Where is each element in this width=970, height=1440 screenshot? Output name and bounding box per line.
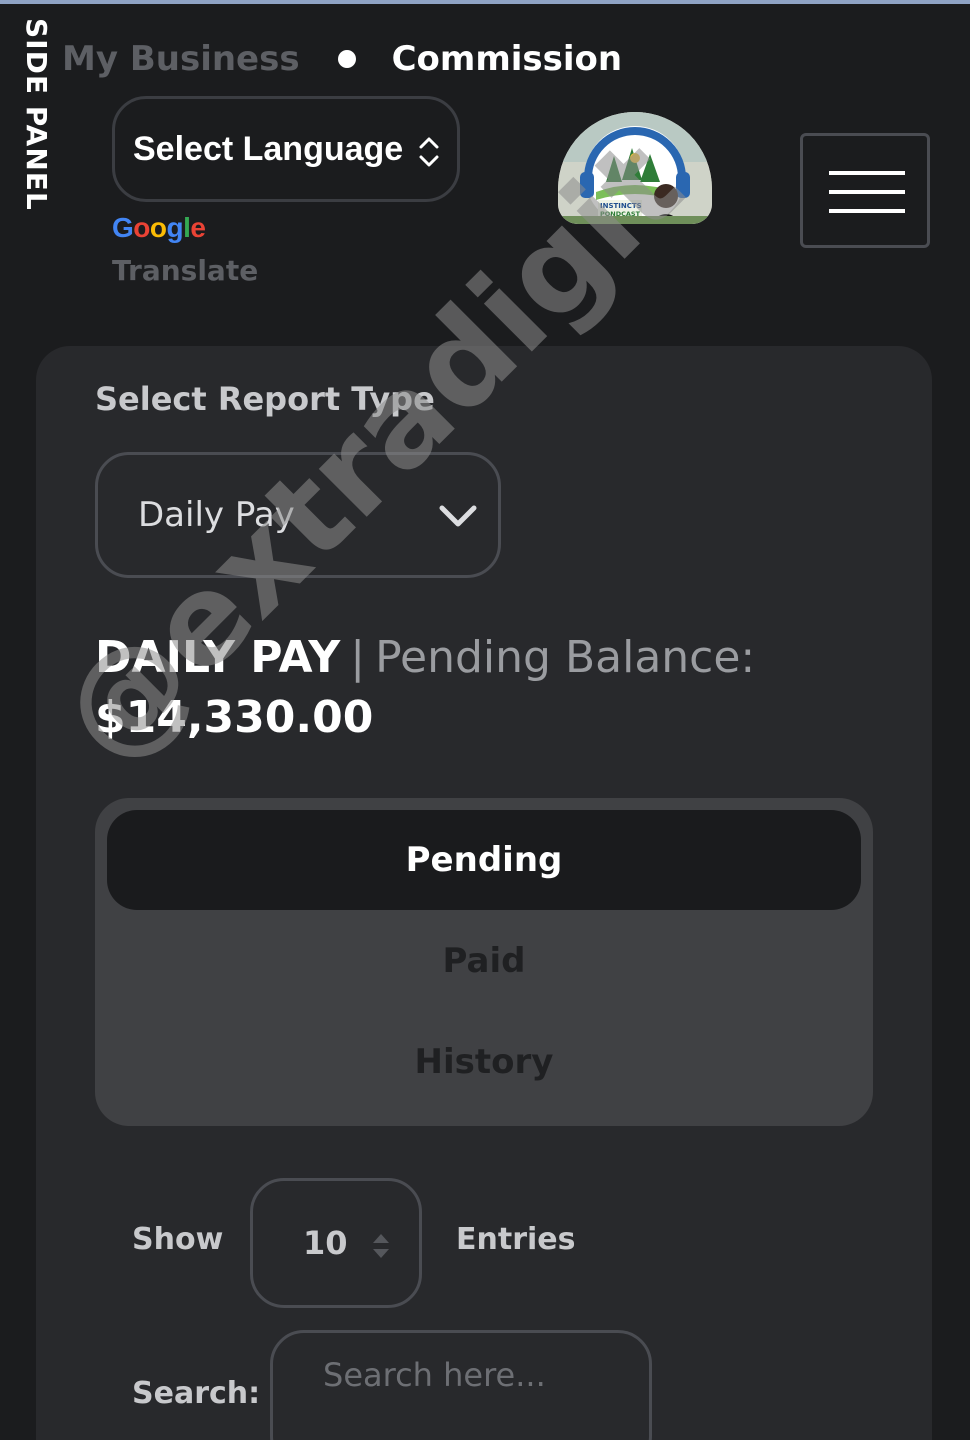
breadcrumb-my-business[interactable]: My Business	[62, 39, 300, 79]
report-type-select[interactable]: Daily Pay	[95, 452, 501, 578]
hamburger-menu-button[interactable]	[800, 133, 930, 248]
commission-page: SIDE PANEL My Business Commission Select…	[0, 0, 970, 1440]
google-letter: o	[149, 212, 167, 243]
sort-updown-icon	[373, 1234, 389, 1258]
heading-divider: |	[350, 632, 366, 683]
pending-balance-amount: $14,330.00	[95, 692, 374, 743]
logo-text-line1: INSTINCTS	[600, 202, 642, 210]
google-letter: G	[112, 212, 134, 243]
brand-logo[interactable]: INSTINCTS PONDCAST	[558, 112, 712, 224]
entries-label: Entries	[456, 1222, 576, 1257]
report-heading: DAILY PAY | Pending Balance:	[95, 632, 755, 683]
report-type-value: Daily Pay	[138, 495, 295, 535]
tab-paid[interactable]: Paid	[107, 911, 861, 1011]
entries-per-page-select[interactable]: 10	[250, 1178, 422, 1308]
language-select-label: Select Language	[133, 129, 404, 168]
chevron-down-icon	[439, 505, 477, 527]
tab-history[interactable]: History	[107, 1012, 861, 1112]
entries-value: 10	[303, 1224, 348, 1262]
report-type-label: Select Report Type	[95, 380, 435, 418]
podcast-logo-image: INSTINCTS PONDCAST	[558, 112, 712, 224]
top-border	[0, 0, 970, 4]
status-tabs: Pending Paid History	[95, 798, 873, 1126]
report-title: DAILY PAY	[95, 632, 341, 683]
breadcrumb-current-page: Commission	[391, 39, 623, 79]
translate-label: Translate	[112, 254, 259, 287]
google-letter: g	[166, 212, 184, 243]
search-input[interactable]	[270, 1330, 652, 1440]
google-letter: e	[190, 212, 206, 243]
search-label: Search:	[132, 1376, 261, 1411]
language-select[interactable]: Select Language	[112, 96, 460, 202]
google-letter: o	[133, 212, 150, 243]
breadcrumb: My Business Commission	[62, 36, 622, 82]
pending-balance-label: Pending Balance:	[375, 632, 756, 683]
show-label: Show	[132, 1222, 224, 1257]
side-panel-toggle[interactable]: SIDE PANEL	[16, 18, 56, 218]
select-updown-icon	[419, 137, 439, 167]
google-logo: Google	[112, 212, 206, 244]
tab-pending[interactable]: Pending	[107, 810, 861, 910]
breadcrumb-dot-separator	[337, 50, 356, 68]
